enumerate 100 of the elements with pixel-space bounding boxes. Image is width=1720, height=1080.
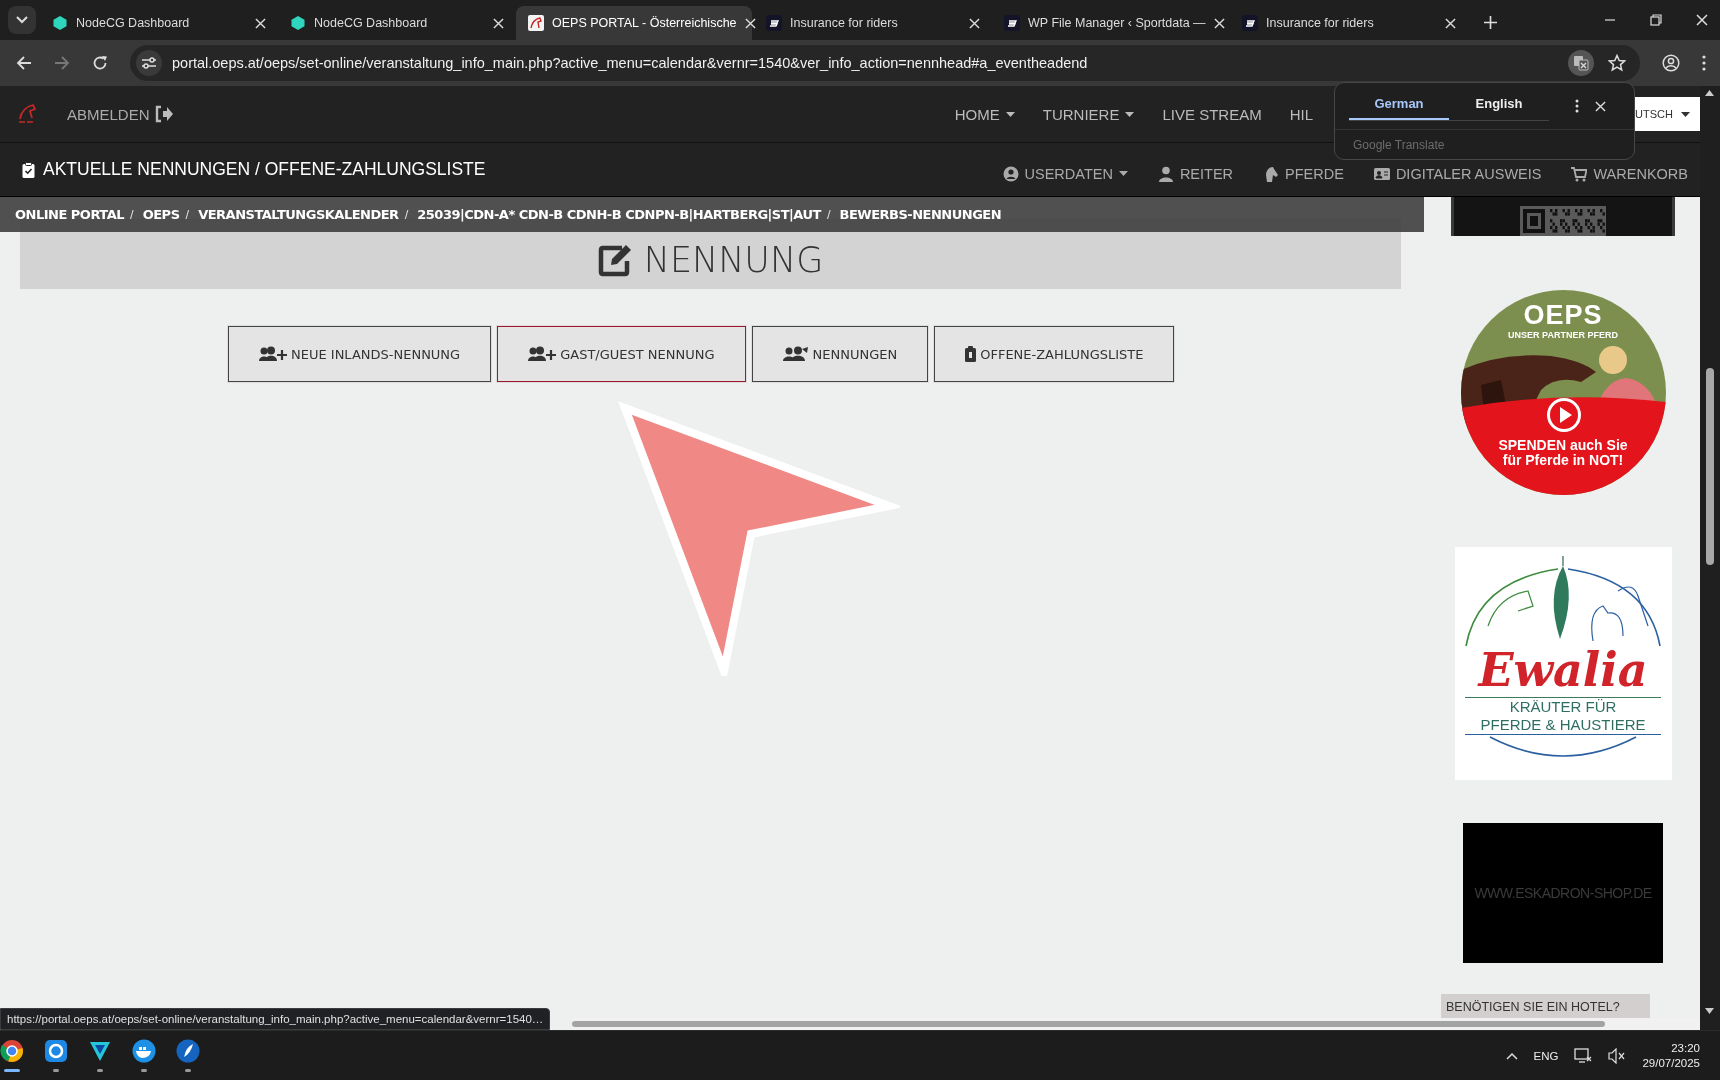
restore-icon[interactable] [1650,14,1662,26]
input-language[interactable]: ENG [1533,1049,1559,1062]
reload-icon[interactable] [92,55,108,71]
tab-title: Insurance for riders [790,16,899,30]
breadcrumb-separator: / [404,207,409,222]
browser-tab[interactable]: NodeCG Dashboard [40,6,276,40]
sync-app-icon [44,1039,68,1063]
action-button[interactable]: GAST/GUEST NENNUNG [497,326,746,382]
translate-button[interactable] [1568,50,1594,76]
star-icon[interactable] [1608,54,1626,72]
browser-tab[interactable]: WP File Manager ‹ Sportdata — [992,6,1228,40]
close-icon[interactable] [255,17,266,29]
nav-link[interactable]: USERDATEN [1002,165,1128,182]
breadcrumb-link[interactable]: BEWERBS-NENNUNGEN [839,207,1002,222]
brand-name: Ewalia [1478,645,1648,695]
muted-speaker-icon[interactable] [1608,1047,1627,1064]
action-button[interactable]: OFFENE-ZAHLUNGSLISTE [934,326,1175,382]
banner-text: KRÄUTER FÜR [1509,698,1617,716]
qr-banner[interactable] [1451,197,1675,236]
scrollbar-thumb[interactable] [572,1021,1605,1027]
translate-attribution: Google Translate [1335,129,1634,152]
banner-text: SPENDEN auch Sie für Pferde in NOT! [1497,438,1629,468]
donation-banner[interactable]: OEPS UNSER PARTNER PFERD SPENDEN auch Sie für Pferde in NOT! [1460,290,1666,495]
page-title: AKTUELLE NENNUNGEN / OFFENE-ZAHLUNGSLISTE [43,159,486,180]
language-select[interactable]: UTSCH [1635,97,1700,131]
logo-icon [766,15,782,31]
banner-tagline: UNSER PARTNER PFERD [1507,330,1619,340]
cart-icon [1571,165,1588,182]
tab-search-button[interactable] [8,6,36,34]
edit-icon [597,243,634,277]
back-icon[interactable] [16,55,32,71]
breadcrumb-link[interactable]: OEPS [142,207,180,222]
nav-link[interactable]: HOME [940,105,1029,123]
clipboard-icon [965,346,977,362]
action-button[interactable]: NENNUNGEN [751,326,929,382]
shield-icon [88,1039,112,1063]
close-icon[interactable] [744,17,756,29]
sliders-icon [141,56,157,70]
close-icon[interactable] [1445,17,1456,29]
network-icon[interactable] [1574,1047,1593,1064]
whale-icon [132,1039,156,1063]
nav-link[interactable]: HIL [1275,105,1327,123]
close-icon[interactable] [969,17,980,29]
more-icon[interactable] [1702,55,1706,71]
close-icon[interactable] [1696,14,1708,26]
status-url: https://portal.oeps.at/oeps/set-online/veranstaltung_info_main.php?active_menu=calendar&vernr=1540… [7,1013,544,1025]
browser-icon [0,1039,24,1063]
browser-tab[interactable]: NodeCG Dashboard [278,6,514,40]
close-icon[interactable] [493,17,504,29]
users-icon [782,346,809,362]
nav-link[interactable]: PFERDE [1263,165,1344,182]
scroll-up-icon [1705,90,1714,96]
banner-text: WWW.ESKADRON-SHOP.DE [1474,885,1652,901]
nav-link[interactable]: REITER [1157,165,1234,182]
breadcrumb-link[interactable]: ONLINE PORTAL [15,207,125,222]
browser-tab[interactable]: Insurance for riders [1230,6,1466,40]
language-tab[interactable]: English [1449,91,1549,120]
user-icon [1157,165,1174,182]
language-tab[interactable]: German [1349,91,1449,120]
nav-link[interactable]: LIVE STREAM [1148,105,1276,123]
breadcrumb-link[interactable]: 25039|CDN-A* CDN-B CDNH-B CDNPN-B|HARTBERG|ST|AUT [417,207,821,222]
logout-link[interactable]: ABMELDEN [67,105,174,123]
banner-text: PFERDE & HAUSTIERE [1480,716,1646,734]
feather-icon [176,1039,200,1063]
chevron-up-icon[interactable] [1505,1051,1518,1060]
tab-title: WP File Manager ‹ Sportdata — [1028,16,1206,30]
user-circle-icon [1002,165,1019,182]
nav-link[interactable]: DIGITALER AUSWEIS [1373,165,1542,182]
user-plus-icon [528,346,557,362]
tab-title: NodeCG Dashboard [76,16,191,30]
tab-title: OEPS PORTAL - Österreichische [552,16,737,30]
clock-time[interactable]: 23:20 [1671,1040,1700,1056]
breadcrumb-link[interactable]: VERANSTALTUNGSKALENDER [198,207,399,222]
action-button[interactable]: NEUE INLANDS-NENNUNG [228,326,492,382]
clipboard-check-icon [22,161,35,178]
tab-title: NodeCG Dashboard [314,16,429,30]
breadcrumb-separator: / [185,207,190,222]
url-text: portal.oeps.at/oeps/set-online/veranstaltung_info_main.php?active_menu=calendar&vernr=1540&ver_info_action=nennhead#a_eventheadend [172,55,1089,71]
breadcrumb-separator: / [130,207,134,222]
site-info-button[interactable] [136,50,162,76]
clock-date[interactable]: 29/07/2025 [1642,1055,1700,1071]
close-icon[interactable] [1595,100,1606,112]
hotel-banner[interactable]: BENÖTIGEN SIE EIN HOTEL? [1441,994,1650,1018]
browser-tab[interactable]: Insurance for riders [754,6,990,40]
nav-link[interactable]: WARENKORB [1571,165,1688,182]
ad-banner[interactable]: Ewalia KRÄUTER FÜR PFERDE & HAUSTIERE [1454,547,1672,780]
more-icon[interactable] [1575,99,1579,113]
forward-icon[interactable] [54,55,70,71]
horse-head-icon [1263,165,1280,182]
close-icon[interactable] [1213,17,1225,29]
profile-icon[interactable] [1662,54,1680,72]
page-heading: NENNUNG [643,240,824,280]
new-tab-icon[interactable] [1484,16,1497,29]
nav-link[interactable]: TURNIERE [1028,105,1149,123]
scrollbar-thumb[interactable] [1706,368,1714,565]
chevron-down-icon [16,16,28,24]
logo-icon [1242,15,1258,31]
user-plus-icon [259,346,287,362]
address-bar[interactable]: portal.oeps.at/oeps/set-online/veranstaltung_info_main.php?active_menu=calendar&vernr=1540&ver_info_action=nennhead#a_eventheadend [130,45,1640,81]
sign-out-icon [153,105,174,123]
